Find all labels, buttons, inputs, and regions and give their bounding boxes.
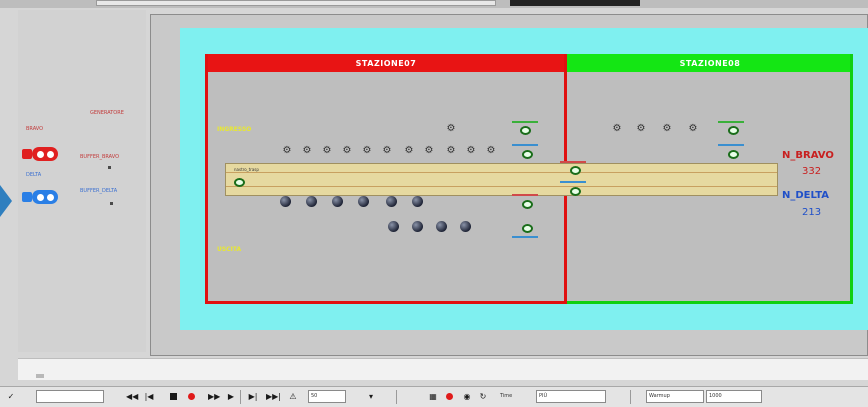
operator-gear-icon[interactable]: ⚙	[362, 146, 372, 156]
exit-label: USCITA	[217, 246, 242, 253]
machine-status-bar	[560, 161, 586, 163]
left-components-panel	[18, 10, 146, 352]
mode-field[interactable]: PIÙ	[536, 390, 606, 403]
conveyor-line	[226, 172, 777, 173]
refresh-icon[interactable]: ↻	[478, 391, 488, 402]
operator-gear-icon[interactable]: ⚙	[424, 146, 434, 156]
warmup-field[interactable]: Warmup	[646, 390, 704, 403]
operator-gear-icon[interactable]: ⚙	[446, 146, 456, 156]
warning-icon[interactable]: ⚠	[288, 391, 298, 402]
step-field[interactable]	[36, 390, 104, 403]
check-icon[interactable]: ✓	[6, 391, 16, 402]
model-path-field[interactable]	[96, 0, 496, 6]
counter-bravo-name: N_BRAVO	[782, 150, 834, 161]
counter-delta-value: 213	[802, 207, 822, 218]
panel-expand-arrow-icon[interactable]	[0, 185, 12, 217]
operator-gear-icon[interactable]: ⚙	[662, 124, 672, 134]
record-icon[interactable]	[446, 393, 453, 400]
stop-icon[interactable]	[170, 393, 177, 400]
operator-gear-icon[interactable]: ⚙	[446, 124, 456, 134]
machine-status-bar	[512, 194, 538, 196]
step-forward-icon[interactable]: ▶|	[248, 391, 258, 402]
counter-delta-name: N_DELTA	[782, 190, 830, 201]
operator-gear-icon[interactable]: ⚙	[382, 146, 392, 156]
source-delta-cap	[22, 192, 32, 202]
resource-ball[interactable]	[306, 196, 317, 207]
machine-icon[interactable]	[520, 126, 531, 135]
machine-status-bar	[512, 236, 538, 238]
machine-icon[interactable]	[570, 187, 581, 196]
operator-gear-icon[interactable]: ⚙	[466, 146, 476, 156]
separator	[396, 390, 397, 404]
conveyor-entry-machine-icon[interactable]	[234, 178, 245, 187]
buffer-bravo[interactable]	[108, 166, 111, 169]
source-delta[interactable]	[22, 190, 58, 204]
resource-ball[interactable]	[280, 196, 291, 207]
machine-status-bar	[560, 181, 586, 183]
counter-bravo-value: 332	[802, 166, 822, 177]
source-bravo[interactable]	[22, 147, 58, 161]
generator-label: GENERATORE	[90, 110, 124, 116]
resource-ball[interactable]	[388, 221, 399, 232]
operator-gear-icon[interactable]: ⚙	[404, 146, 414, 156]
resource-ball[interactable]	[436, 221, 447, 232]
resource-ball[interactable]	[412, 221, 423, 232]
source-delta-label: DELTA	[26, 172, 42, 178]
conveyor-label: nastro_trasp	[234, 167, 259, 172]
machine-status-bar	[718, 121, 744, 123]
machine-icon[interactable]	[728, 126, 739, 135]
speed-dropdown-icon[interactable]: ▾	[366, 391, 376, 402]
operator-gear-icon[interactable]: ⚙	[688, 124, 698, 134]
view-icon[interactable]: ▦	[428, 391, 438, 402]
resource-ball[interactable]	[332, 196, 343, 207]
resource-ball[interactable]	[386, 196, 397, 207]
buffer-delta-label: BUFFER_DELTA	[80, 188, 118, 194]
machine-status-bar	[718, 144, 744, 146]
operator-gear-icon[interactable]: ⚙	[342, 146, 352, 156]
resource-ball[interactable]	[412, 196, 423, 207]
conveyor-line	[226, 186, 777, 187]
scrollbar-thumb[interactable]	[36, 374, 44, 378]
warmup-value-field[interactable]: 1000	[706, 390, 762, 403]
machine-icon[interactable]	[522, 200, 533, 209]
source-bravo-cap	[22, 149, 32, 159]
machine-status-bar	[512, 121, 538, 123]
play-icon[interactable]: ▶	[226, 391, 236, 402]
status-bar-dark	[510, 0, 640, 6]
buffer-bravo-label: BUFFER_BRAVO	[80, 154, 120, 160]
record-icon[interactable]	[188, 393, 195, 400]
operator-gear-icon[interactable]: ⚙	[636, 124, 646, 134]
separator	[240, 390, 241, 404]
machine-icon[interactable]	[570, 166, 581, 175]
end-icon[interactable]: ▶▶|	[266, 391, 281, 402]
source-bravo-label: BRAVO	[26, 126, 44, 132]
source-delta-icon	[32, 190, 58, 204]
machine-status-bar	[512, 144, 538, 146]
play-fast-icon[interactable]: ▶▶	[208, 391, 220, 402]
speed-field[interactable]: 50	[308, 390, 346, 403]
step-back-icon[interactable]: |◀	[144, 391, 154, 402]
canvas-horizontal-scrollbar[interactable]	[18, 358, 868, 380]
machine-icon[interactable]	[522, 224, 533, 233]
time-label: Time	[500, 393, 513, 399]
rewind-icon[interactable]: ◀◀	[126, 391, 138, 402]
simulation-window: { "station_left": "STAZIONE07", "station…	[0, 0, 868, 407]
entry-label: INGRESSO	[217, 126, 252, 133]
conveyor-belt[interactable]	[225, 163, 778, 196]
operator-gear-icon[interactable]: ⚙	[302, 146, 312, 156]
resource-ball[interactable]	[358, 196, 369, 207]
operator-gear-icon[interactable]: ⚙	[612, 124, 622, 134]
operator-gear-icon[interactable]: ⚙	[486, 146, 496, 156]
resource-ball[interactable]	[460, 221, 471, 232]
source-bravo-icon	[32, 147, 58, 161]
machine-icon[interactable]	[522, 150, 533, 159]
operator-gear-icon[interactable]: ⚙	[322, 146, 332, 156]
separator	[630, 390, 631, 404]
machine-icon[interactable]	[728, 150, 739, 159]
buffer-delta[interactable]	[110, 202, 113, 205]
pointer-icon[interactable]: ◉	[462, 391, 472, 402]
operator-gear-icon[interactable]: ⚙	[282, 146, 292, 156]
